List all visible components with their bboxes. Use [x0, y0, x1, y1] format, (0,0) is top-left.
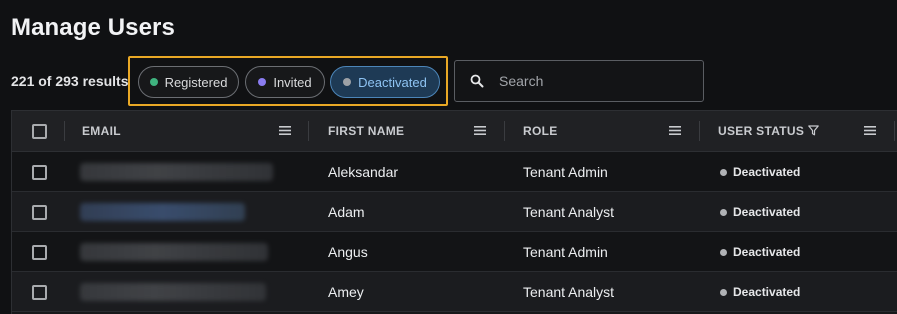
email-cell-redacted	[80, 163, 273, 181]
select-all-checkbox[interactable]	[32, 124, 47, 139]
row-checkbox[interactable]	[32, 245, 47, 260]
filter-chip-invited[interactable]: Invited	[245, 66, 325, 98]
row-checkbox[interactable]	[32, 165, 47, 180]
column-divider	[894, 121, 895, 141]
filter-chip-label: Deactivated	[358, 74, 427, 90]
search-box[interactable]	[454, 60, 704, 102]
first-name-cell: Amey	[328, 284, 364, 300]
email-column-menu-icon[interactable]	[279, 125, 291, 136]
row-checkbox[interactable]	[32, 205, 47, 220]
column-divider	[699, 121, 700, 141]
role-cell: Tenant Admin	[523, 164, 608, 180]
column-divider	[64, 121, 65, 141]
filter-icon[interactable]	[808, 125, 819, 136]
column-header-role[interactable]: ROLE	[523, 124, 558, 138]
status-dot-icon	[720, 168, 727, 176]
invited-status-dot-icon	[258, 78, 267, 86]
first-name-cell: Angus	[328, 244, 368, 260]
registered-status-dot-icon	[149, 78, 158, 86]
status-dot-icon	[720, 288, 727, 296]
user-status-cell: Deactivated	[720, 245, 800, 259]
column-header-user-status[interactable]: USER STATUS	[718, 124, 804, 138]
first-name-cell: Adam	[328, 204, 365, 220]
role-cell: Tenant Analyst	[523, 204, 615, 220]
search-icon	[470, 74, 484, 88]
user-status-cell: Deactivated	[720, 205, 800, 219]
user-status-cell: Deactivated	[720, 165, 800, 179]
filter-chip-deactivated[interactable]: Deactivated	[330, 66, 440, 98]
table-header-row: EMAIL FIRST NAME ROLE USER STATUS	[12, 111, 897, 152]
manage-users-page: Manage Users 221 of 293 results Register…	[0, 0, 897, 314]
row-checkbox[interactable]	[32, 285, 47, 300]
status-label: Deactivated	[733, 285, 801, 299]
filter-chip-registered[interactable]: Registered	[138, 66, 239, 98]
filter-chip-label: Registered	[164, 74, 228, 90]
results-count: 221 of 293 results	[11, 73, 129, 89]
role-cell: Tenant Admin	[523, 244, 608, 260]
email-cell-redacted	[80, 243, 268, 261]
status-label: Deactivated	[733, 165, 801, 179]
column-header-email[interactable]: EMAIL	[82, 124, 121, 138]
column-divider	[504, 121, 505, 141]
role-column-menu-icon[interactable]	[669, 125, 681, 136]
status-filter-group: Registered Invited Deactivated	[128, 56, 448, 106]
filter-chip-label: Invited	[273, 74, 312, 90]
first-name-column-menu-icon[interactable]	[474, 125, 486, 136]
deactivated-status-dot-icon	[343, 78, 352, 86]
role-cell: Tenant Analyst	[523, 284, 615, 300]
table-row[interactable]: Aleksandar Tenant Admin Deactivated	[12, 152, 897, 192]
table-row[interactable]: Adam Tenant Analyst Deactivated	[12, 192, 897, 232]
status-label: Deactivated	[733, 245, 801, 259]
search-input[interactable]	[499, 67, 695, 95]
status-label: Deactivated	[733, 205, 801, 219]
users-table: EMAIL FIRST NAME ROLE USER STATUS Aleksa…	[11, 110, 897, 314]
table-row[interactable]: Amey Tenant Analyst Deactivated	[12, 272, 897, 312]
user-status-cell: Deactivated	[720, 285, 800, 299]
column-divider	[308, 121, 309, 141]
column-header-first-name[interactable]: FIRST NAME	[328, 124, 404, 138]
status-dot-icon	[720, 208, 727, 216]
first-name-cell: Aleksandar	[328, 164, 399, 180]
page-title: Manage Users	[11, 14, 175, 41]
table-row[interactable]: Angus Tenant Admin Deactivated	[12, 232, 897, 272]
status-dot-icon	[720, 248, 727, 256]
email-cell-redacted	[80, 283, 266, 301]
email-cell-redacted	[80, 203, 245, 221]
user-status-column-menu-icon[interactable]	[864, 125, 876, 136]
